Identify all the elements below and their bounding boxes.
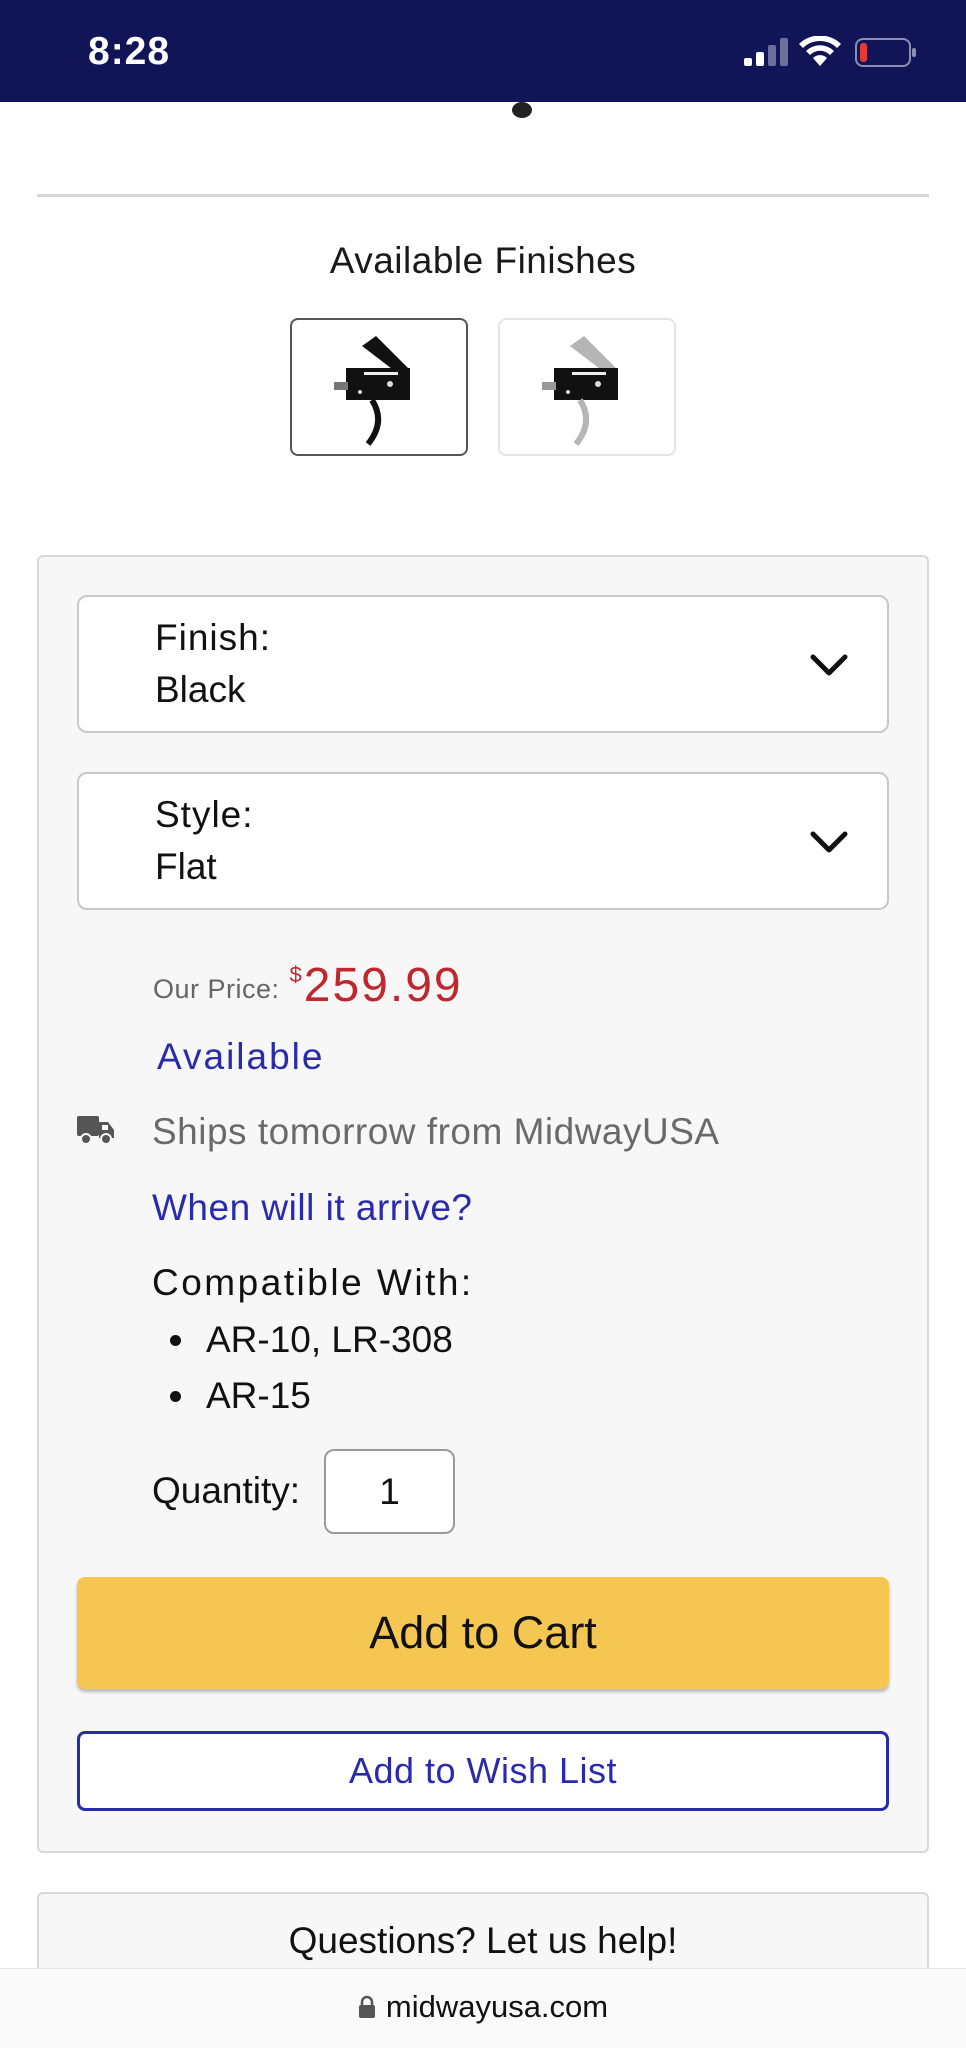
list-item: AR-10, LR-308 <box>168 1312 453 1368</box>
price-label: Our Price: <box>153 974 280 1004</box>
finish-select[interactable]: Finish: Black <box>77 595 889 733</box>
black-trigger-image <box>334 336 410 446</box>
finish-select-value: Black <box>155 669 246 710</box>
compatible-with-heading: Compatible With: <box>152 1262 474 1303</box>
silver-trigger-image <box>542 336 618 446</box>
status-bar: 8:28 <box>0 0 966 102</box>
shipping-text: Ships tomorrow from MidwayUSA <box>152 1111 720 1152</box>
chevron-down-icon <box>810 831 848 853</box>
truck-icon <box>77 1116 114 1145</box>
price-value: 259.99 <box>303 959 463 1012</box>
chevron-down-icon <box>810 654 848 676</box>
wifi-icon <box>799 36 841 66</box>
style-select-label: Style: <box>155 794 254 835</box>
finish-swatch-black[interactable] <box>290 318 468 456</box>
url-domain: midwayusa.com <box>385 1989 609 2024</box>
price-currency: $ <box>289 962 302 987</box>
add-to-wish-list-button[interactable]: Add to Wish List <box>77 1731 889 1811</box>
add-to-cart-button[interactable]: Add to Cart <box>77 1577 889 1689</box>
url-display: midwayusa.com <box>0 1989 966 2025</box>
when-will-it-arrive-link[interactable]: When will it arrive? <box>152 1187 472 1229</box>
list-item: AR-15 <box>168 1368 453 1424</box>
price-row: Our Price: $ 259.99 <box>153 958 463 1013</box>
quantity-label: Quantity: <box>152 1470 301 1511</box>
quantity-input[interactable] <box>324 1449 455 1534</box>
help-heading: Questions? Let us help! <box>288 1920 678 1961</box>
lock-icon <box>358 1995 375 2018</box>
product-image-remnant <box>512 102 532 118</box>
availability-status: Available <box>157 1036 325 1077</box>
style-select-value: Flat <box>155 846 217 887</box>
battery-low-icon <box>855 38 916 67</box>
status-time: 8:28 <box>88 30 171 73</box>
section-divider <box>37 194 929 197</box>
cellular-signal-icon <box>744 38 788 66</box>
available-finishes-heading: Available Finishes <box>329 240 637 281</box>
compatibility-list: AR-10, LR-308 AR-15 <box>168 1312 453 1424</box>
finish-select-label: Finish: <box>155 617 271 658</box>
finish-swatch-silver[interactable] <box>498 318 676 456</box>
style-select[interactable]: Style: Flat <box>77 772 889 910</box>
browser-url-bar[interactable]: midwayusa.com <box>0 1968 966 2048</box>
